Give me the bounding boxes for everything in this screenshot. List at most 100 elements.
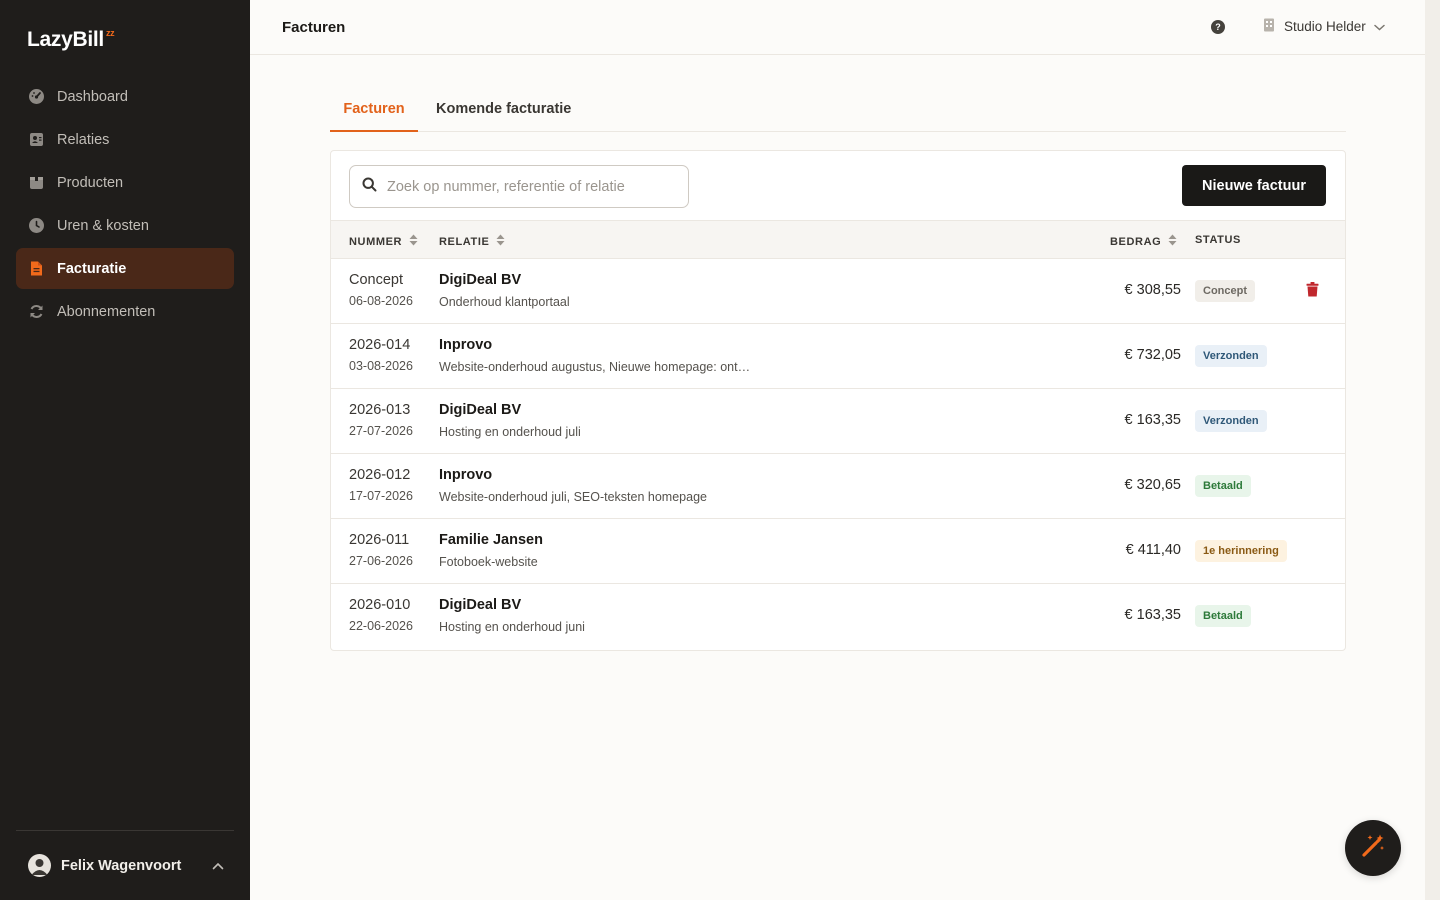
user-name: Felix Wagenvoort [61, 857, 182, 874]
sidebar-item-uren-kosten[interactable]: Uren & kosten [16, 205, 234, 246]
magic-wand-icon [1360, 833, 1386, 864]
brand-logo[interactable]: LazyBill zz [27, 28, 115, 52]
invoices-card: Nieuwe factuur NUMMER RELATIE BEDRAG STA… [330, 150, 1346, 651]
column-header-label: BEDRAG [1110, 235, 1162, 248]
invoice-number: 2026-010 [349, 597, 411, 613]
sidebar-item-label: Uren & kosten [57, 217, 149, 234]
magic-wand-button[interactable] [1345, 820, 1401, 876]
brand-name: LazyBill [27, 28, 104, 51]
help-glyph: ? [1215, 22, 1221, 32]
sort-icon [1168, 234, 1177, 249]
sidebar-item-facturatie[interactable]: Facturatie [16, 248, 234, 289]
invoice-amount: € 163,35 [1124, 412, 1181, 428]
tab-komende-facturatie[interactable]: Komende facturatie [436, 92, 571, 132]
status-badge: Verzonden [1195, 410, 1267, 432]
trash-icon[interactable] [1306, 282, 1319, 302]
organization-name: Studio Helder [1284, 19, 1366, 34]
building-icon [1263, 18, 1275, 35]
search-input[interactable] [387, 178, 667, 195]
refresh-icon [28, 303, 45, 320]
sidebar-item-abonnementen[interactable]: Abonnementen [16, 291, 234, 332]
user-avatar-icon [31, 859, 48, 875]
status-badge: Betaald [1195, 475, 1251, 497]
sidebar-item-label: Facturatie [57, 260, 127, 277]
invoice-number: Concept [349, 272, 404, 288]
sidebar: LazyBill zz Dashboard Relaties Producten … [0, 0, 250, 900]
topbar: Facturen ? Studio Helder [250, 0, 1425, 55]
sort-icon [496, 234, 505, 249]
sidebar-item-relaties[interactable]: Relaties [16, 119, 234, 160]
clock-icon [28, 217, 45, 234]
gauge-icon [28, 88, 45, 105]
column-header-status: STATUS [1195, 234, 1241, 246]
invoice-client: DigiDeal BV [439, 597, 522, 613]
table-row[interactable]: 2026-011 27-06-2026 Familie Jansen Fotob… [331, 519, 1345, 584]
invoice-description: Website-onderhoud juli, SEO-teksten home… [439, 490, 707, 504]
invoice-date: 17-07-2026 [349, 489, 413, 503]
invoice-client: Familie Jansen [439, 532, 543, 548]
invoice-description: Onderhoud klantportaal [439, 295, 570, 309]
invoice-date: 27-06-2026 [349, 554, 413, 568]
invoice-amount: € 411,40 [1125, 542, 1181, 558]
table-row[interactable]: 2026-013 27-07-2026 DigiDeal BV Hosting … [331, 389, 1345, 454]
chevron-down-icon [1374, 19, 1385, 34]
column-header-bedrag[interactable]: BEDRAG [1110, 234, 1177, 249]
sidebar-item-label: Abonnementen [57, 303, 156, 320]
sidebar-item-label: Relaties [57, 131, 110, 148]
invoice-amount: € 732,05 [1124, 347, 1181, 363]
search-icon [362, 177, 377, 197]
organization-switcher[interactable]: Studio Helder [1263, 18, 1385, 35]
sidebar-item-label: Producten [57, 174, 124, 191]
invoice-amount: € 308,55 [1124, 282, 1181, 298]
status-badge: Betaald [1195, 605, 1251, 627]
status-badge: Verzonden [1195, 345, 1267, 367]
status-badge: 1e herinnering [1195, 540, 1287, 562]
tab-facturen[interactable]: Facturen [330, 92, 418, 132]
user-menu[interactable]: Felix Wagenvoort [16, 830, 234, 900]
search-box[interactable] [349, 165, 689, 208]
invoice-description: Fotoboek-website [439, 555, 538, 569]
column-header-nummer[interactable]: NUMMER [349, 234, 418, 249]
column-header-label: STATUS [1195, 234, 1241, 246]
sidebar-item-label: Dashboard [57, 88, 128, 105]
status-badge: Concept [1195, 280, 1255, 302]
invoice-amount: € 320,65 [1124, 477, 1181, 493]
invoice-number: 2026-013 [349, 402, 411, 418]
invoice-icon [28, 260, 45, 277]
avatar [28, 854, 51, 877]
sidebar-nav: Dashboard Relaties Producten Uren & kost… [16, 76, 234, 334]
invoice-client: Inprovo [439, 467, 493, 483]
invoice-client: DigiDeal BV [439, 272, 522, 288]
sidebar-item-producten[interactable]: Producten [16, 162, 234, 203]
invoice-date: 22-06-2026 [349, 619, 413, 633]
invoice-date: 27-07-2026 [349, 424, 413, 438]
invoice-number: 2026-011 [349, 532, 410, 548]
invoice-client: DigiDeal BV [439, 402, 522, 418]
invoice-date: 03-08-2026 [349, 359, 413, 373]
contacts-icon [28, 131, 45, 148]
sidebar-item-dashboard[interactable]: Dashboard [16, 76, 234, 117]
table-row[interactable]: 2026-014 03-08-2026 Inprovo Website-onde… [331, 324, 1345, 389]
box-icon [28, 174, 45, 191]
sort-icon [409, 234, 418, 249]
invoice-number: 2026-012 [349, 467, 411, 483]
table-row[interactable]: 2026-010 22-06-2026 DigiDeal BV Hosting … [331, 584, 1345, 649]
invoice-description: Website-onderhoud augustus, Nieuwe homep… [439, 360, 751, 374]
scroll-gutter [1425, 0, 1440, 900]
table-row[interactable]: 2026-012 17-07-2026 Inprovo Website-onde… [331, 454, 1345, 519]
page-title: Facturen [282, 19, 346, 36]
invoice-number: 2026-014 [349, 337, 411, 353]
table-row[interactable]: Concept 06-08-2026 DigiDeal BV Onderhoud… [331, 259, 1345, 324]
new-invoice-button[interactable]: Nieuwe factuur [1182, 165, 1326, 206]
brand-mark: zz [105, 28, 115, 38]
invoice-description: Hosting en onderhoud juli [439, 425, 581, 439]
column-header-label: RELATIE [439, 235, 490, 248]
table-header: NUMMER RELATIE BEDRAG STATUS [331, 220, 1345, 259]
help-icon[interactable]: ? [1211, 20, 1225, 34]
column-header-label: NUMMER [349, 235, 403, 248]
column-header-relatie[interactable]: RELATIE [439, 234, 505, 249]
invoice-client: Inprovo [439, 337, 493, 353]
invoice-amount: € 163,35 [1124, 607, 1181, 623]
chevron-up-icon [212, 857, 224, 875]
invoice-date: 06-08-2026 [349, 294, 413, 308]
